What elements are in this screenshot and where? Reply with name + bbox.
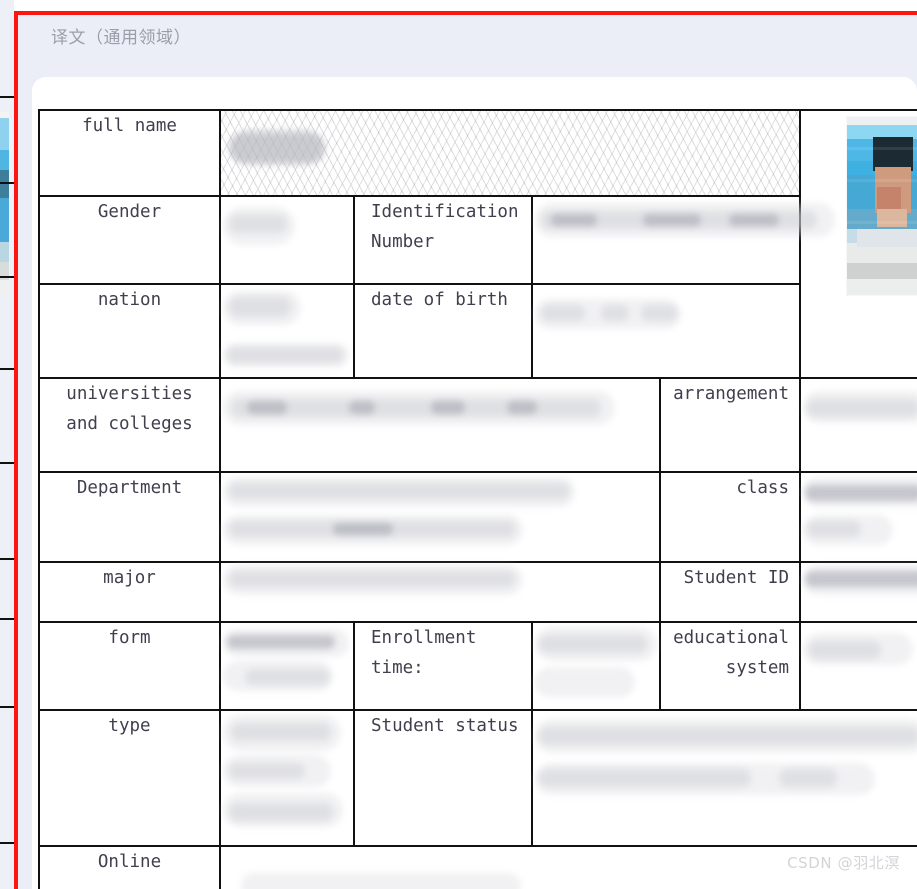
csdn-watermark: CSDN @羽北溟 [787, 854, 900, 872]
redaction-blob [233, 129, 321, 165]
label-student-id: Student ID [659, 561, 801, 623]
redaction-blob [229, 763, 305, 779]
label-full-name: full name [38, 109, 221, 197]
redaction-blob [551, 214, 597, 226]
student-info-table: full name Gender Identification Number n… [38, 109, 917, 889]
photo-pixel-band [847, 179, 917, 182]
value-arrangement [799, 377, 917, 473]
table-row-universities: universities and colleges arrangement [38, 377, 917, 473]
label-type: type [38, 709, 221, 847]
value-class [799, 471, 917, 563]
redaction-blob [809, 641, 881, 659]
value-type [219, 709, 355, 847]
table-rule [0, 706, 14, 708]
redaction-blob [231, 723, 331, 741]
value-form [219, 621, 355, 711]
redaction-blob [807, 399, 917, 417]
redaction-blob [539, 769, 751, 787]
label-educational-system: educational system [659, 621, 801, 711]
value-full-name [219, 109, 801, 197]
table-row-department: Department class [38, 471, 917, 563]
redaction-blob [227, 347, 343, 363]
redaction-blob [431, 401, 465, 414]
table-row-gender: Gender Identification Number [38, 195, 917, 285]
label-date-of-birth: date of birth [353, 283, 533, 379]
value-department [219, 471, 661, 563]
photo-hair [873, 137, 913, 171]
label-student-status: Student status [353, 709, 533, 847]
table-row-type: type Student status [38, 709, 917, 847]
table-rule [0, 96, 14, 98]
redaction-blob [245, 669, 329, 685]
translated-document: full name Gender Identification Number n… [38, 109, 917, 889]
screenshot-root: 译文（通用领域） full name Gender Identification… [0, 0, 917, 889]
redaction-blob [507, 401, 537, 414]
redaction-blob [229, 571, 515, 587]
redaction-blob [539, 635, 647, 653]
table-row-full-name: full name [38, 109, 917, 379]
value-educational-system [799, 621, 917, 711]
table-row-nation: nation date of birth [38, 283, 917, 379]
redaction-blob [535, 667, 635, 697]
table-rule [0, 558, 14, 560]
redaction-blob [641, 305, 677, 321]
table-rule [0, 276, 14, 278]
table-rule [0, 462, 14, 464]
table-row-major: major Student ID [38, 561, 917, 623]
redaction-blob [805, 571, 917, 587]
label-department: Department [38, 471, 221, 563]
redaction-blob [601, 305, 629, 321]
value-gender [219, 195, 355, 285]
table-rule [0, 618, 14, 620]
redaction-blob [229, 483, 569, 499]
value-major [219, 561, 661, 623]
value-nation [219, 283, 355, 379]
translation-panel: 译文（通用领域） full name Gender Identification… [18, 15, 917, 889]
redaction-blob [349, 401, 375, 414]
id-photo-edge [0, 112, 9, 298]
redaction-blob [229, 803, 333, 821]
redaction-blob [241, 873, 521, 889]
label-major: major [38, 561, 221, 623]
label-arrangement: arrangement [659, 377, 801, 473]
panel-header: 译文（通用领域） [18, 15, 917, 62]
panel-title: 译文（通用领域） [51, 28, 191, 48]
value-date-of-birth [531, 283, 917, 379]
redaction-blob [805, 485, 917, 501]
table-rule [0, 182, 14, 184]
label-nation: nation [38, 283, 221, 379]
table-rule [0, 842, 14, 844]
value-student-id [799, 561, 917, 623]
redaction-blob [539, 727, 917, 745]
label-identification-number: Identification Number [353, 195, 533, 285]
translation-content-area[interactable]: full name Gender Identification Number n… [32, 77, 917, 889]
redaction-blob [227, 635, 335, 649]
redaction-blob [229, 297, 291, 317]
redaction-blob [247, 401, 287, 414]
redaction-blob [807, 521, 861, 537]
redaction-blob [333, 523, 393, 535]
redaction-blob [541, 305, 585, 321]
redaction-blob [229, 215, 287, 233]
background-page-sliver [0, 0, 14, 889]
label-universities-and-colleges: universities and colleges [38, 377, 221, 473]
table-row-online: Online [38, 845, 917, 889]
photo-pixel-band [847, 147, 917, 150]
redaction-blob [729, 214, 779, 226]
label-enrollment-time: Enrollment time: [353, 621, 533, 711]
label-form: form [38, 621, 221, 711]
redaction-blob [643, 214, 701, 226]
value-universities-and-colleges [219, 377, 661, 473]
value-student-status [531, 709, 917, 847]
value-identification-number [531, 195, 917, 285]
label-class: class [659, 471, 801, 563]
label-online: Online [38, 845, 221, 889]
table-rule [0, 368, 14, 370]
table-row-form: form Enrollment time: educational system [38, 621, 917, 711]
redaction-blob [779, 769, 837, 787]
value-enrollment-time [531, 621, 661, 711]
label-gender: Gender [38, 195, 221, 285]
